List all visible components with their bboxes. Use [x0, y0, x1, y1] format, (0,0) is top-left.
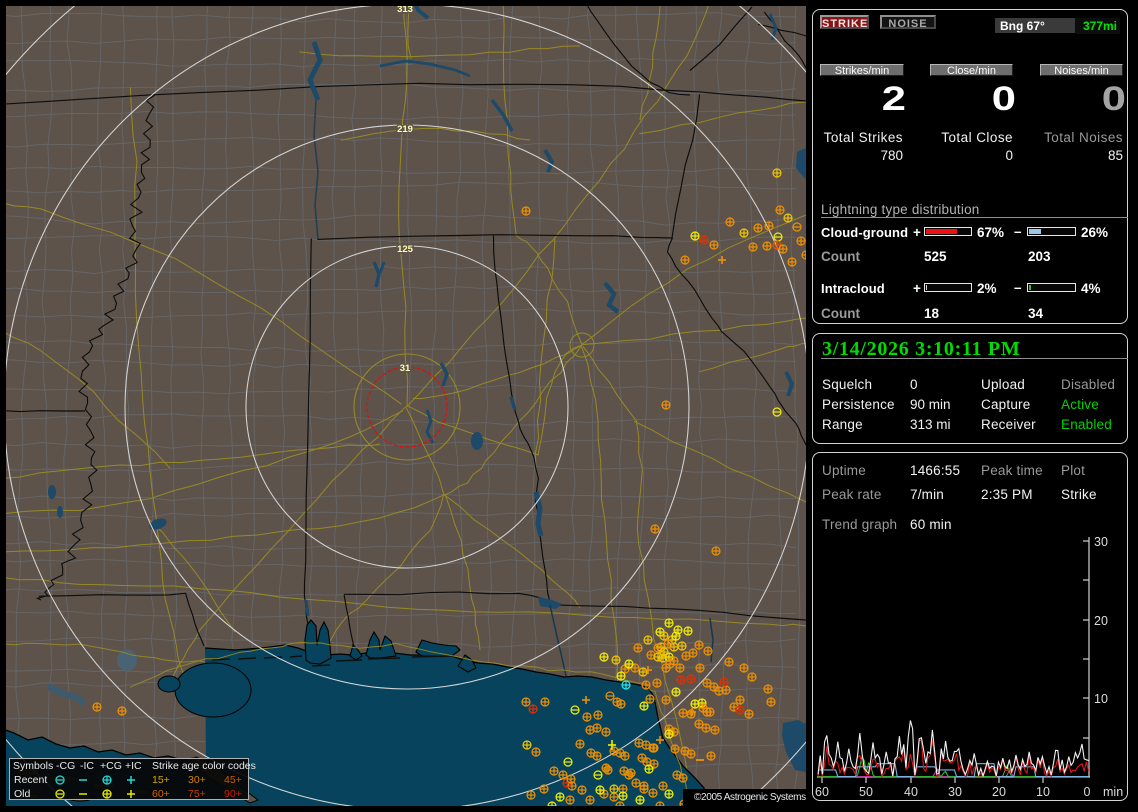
svg-text:40: 40 — [904, 785, 918, 799]
svg-text:20: 20 — [992, 785, 1006, 799]
svg-text:30: 30 — [948, 785, 962, 799]
svg-text:50: 50 — [859, 785, 873, 799]
svg-text:min: min — [1103, 785, 1123, 799]
svg-text:0: 0 — [1084, 785, 1091, 799]
svg-text:60: 60 — [815, 785, 829, 799]
svg-text:30: 30 — [1094, 535, 1108, 549]
svg-text:20: 20 — [1094, 614, 1108, 628]
svg-text:10: 10 — [1036, 785, 1050, 799]
svg-text:10: 10 — [1094, 692, 1108, 706]
